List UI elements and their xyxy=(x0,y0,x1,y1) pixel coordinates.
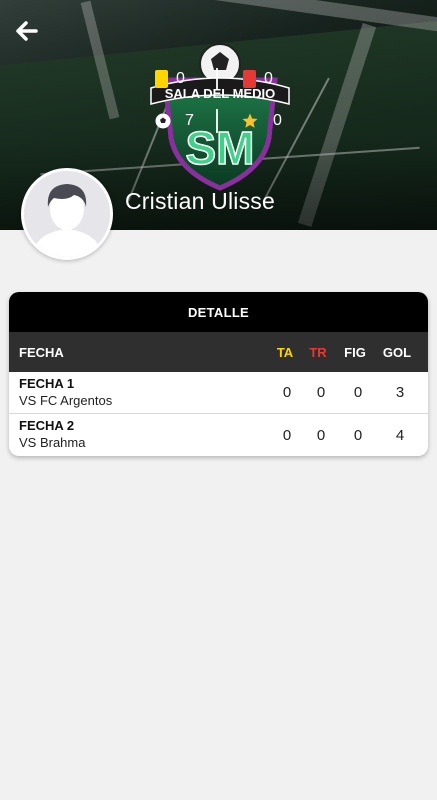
row-fig: 0 xyxy=(353,384,363,401)
table-row[interactable]: FECHA 2 VS Brahma 0 0 0 4 xyxy=(9,414,428,456)
row-fecha: FECHA 2 xyxy=(19,418,75,433)
back-button[interactable] xyxy=(12,16,42,46)
mvp-stat: 0 xyxy=(241,112,282,130)
col-gol: GOL xyxy=(382,344,412,360)
arrow-left-icon[interactable] xyxy=(12,16,42,46)
row-gol: 4 xyxy=(395,426,405,444)
goals-stat: 7 xyxy=(155,112,194,130)
detail-title: DETALLE xyxy=(9,292,428,332)
table-header: FECHA TA TR FIG GOL xyxy=(9,332,428,372)
row-fecha: FECHA 1 xyxy=(19,375,75,391)
detail-card: DETALLE FECHA TA TR FIG GOL FECHA 1 VS F… xyxy=(9,292,428,456)
player-name: Cristian Ulisse xyxy=(125,188,275,214)
user-placeholder-icon xyxy=(24,171,110,257)
avatar xyxy=(21,168,113,260)
yellow-cards-stat: 0 xyxy=(155,70,185,88)
star-icon xyxy=(242,113,258,128)
col-fecha: FECHA xyxy=(19,344,64,360)
stat-divider xyxy=(216,109,218,133)
row-rival: VS FC Argentos xyxy=(19,392,113,408)
row-ta: 0 xyxy=(282,384,292,401)
yellow-card-icon xyxy=(155,70,168,88)
row-ta: 0 xyxy=(282,426,292,444)
soccer-ball-icon xyxy=(155,113,171,129)
col-tr: TR xyxy=(309,344,327,360)
row-fig: 0 xyxy=(353,426,363,444)
row-rival: VS Brahma xyxy=(19,435,86,450)
row-tr: 0 xyxy=(316,384,326,401)
row-gol: 3 xyxy=(395,384,405,401)
table-row[interactable]: FECHA 1 VS FC Argentos 0 0 0 3 xyxy=(9,372,428,414)
row-tr: 0 xyxy=(316,426,326,444)
stat-divider xyxy=(216,68,218,90)
red-cards-stat: 0 xyxy=(243,70,273,88)
col-fig: FIG xyxy=(344,344,366,360)
red-card-icon xyxy=(243,70,256,88)
crest-text: SALA DEL MEDIO xyxy=(165,86,276,101)
